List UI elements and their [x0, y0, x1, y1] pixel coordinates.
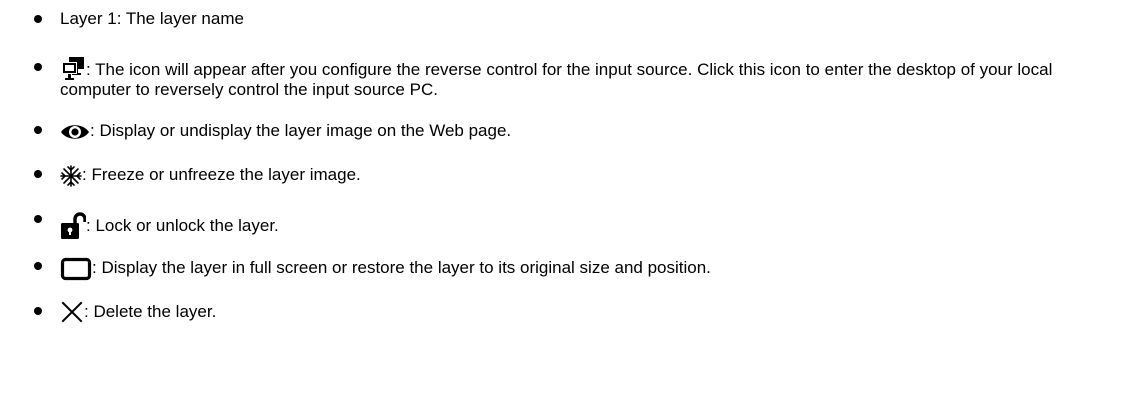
item-line: : Delete the layer. [60, 300, 217, 323]
item-text: : Display or undisplay the layer image o… [90, 121, 512, 140]
snowflake-icon [60, 165, 82, 187]
item-text: : Display the layer in full screen or re… [92, 258, 711, 277]
bullet-dot [34, 15, 42, 23]
bullet-dot [34, 307, 42, 315]
item-line: : The icon will appear after you configu… [60, 52, 1120, 100]
unlock-icon [60, 212, 86, 240]
bullet-dot [34, 262, 42, 270]
item-text: Layer 1: The layer name [60, 9, 244, 28]
bullet-dot [34, 170, 42, 178]
item-text: : Delete the layer. [84, 302, 217, 321]
monitor-icon [60, 56, 86, 84]
item-line: : Display the layer in full screen or re… [60, 254, 711, 281]
item-text: : The icon will appear after you configu… [60, 60, 1053, 99]
item-line: : Lock or unlock the layer. [60, 208, 279, 239]
bullet-dot [34, 63, 42, 71]
item-line: : Display or undisplay the layer image o… [60, 121, 511, 141]
close-icon [60, 301, 84, 323]
eye-icon [60, 122, 90, 142]
bullet-list: Layer 1: The layer name : The icon will … [0, 0, 1131, 394]
bullet-dot [34, 215, 42, 223]
item-text: : Freeze or unfreeze the layer image. [82, 165, 361, 184]
fullscreen-icon [60, 257, 92, 281]
item-line: : Freeze or unfreeze the layer image. [60, 163, 361, 187]
bullet-dot [34, 126, 42, 134]
item-text: : Lock or unlock the layer. [86, 216, 279, 235]
